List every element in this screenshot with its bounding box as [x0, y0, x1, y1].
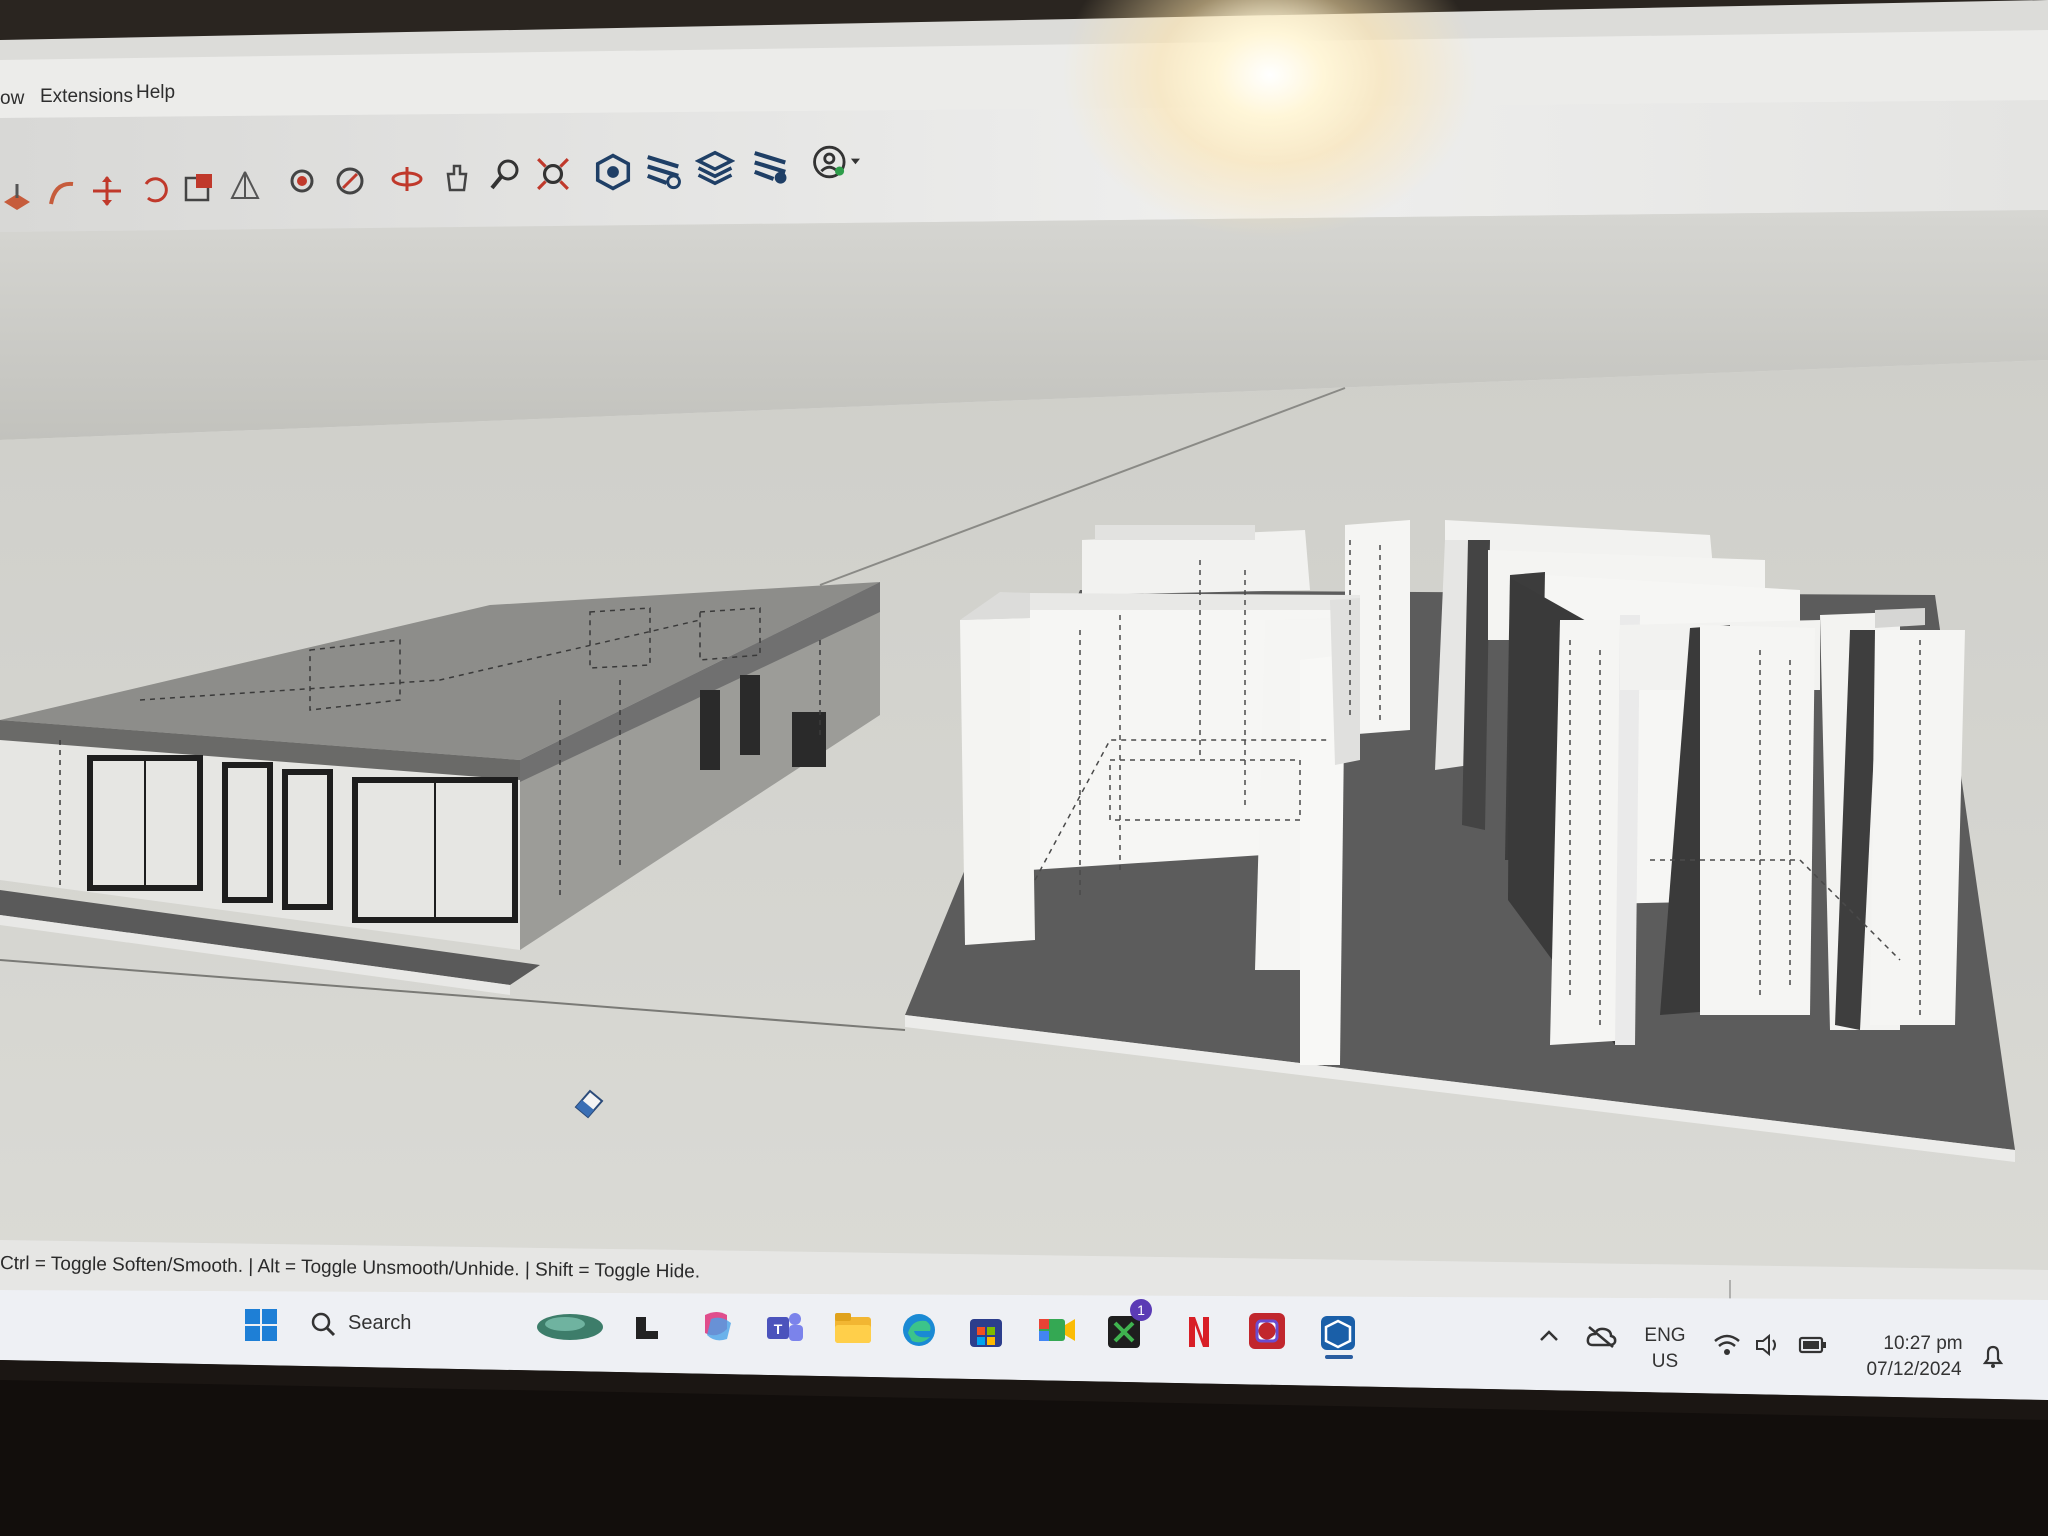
netflix-icon[interactable]	[1185, 1315, 1211, 1349]
language-line2[interactable]: US	[1640, 1351, 1690, 1373]
clock-time[interactable]: 10:27 pm	[1868, 1333, 1978, 1355]
rotate-icon[interactable]	[138, 172, 172, 206]
pan-icon[interactable]	[440, 160, 474, 194]
menu-window[interactable]: ow	[0, 88, 24, 110]
move-icon[interactable]	[90, 174, 124, 208]
store-icon[interactable]	[967, 1311, 1005, 1349]
materials-icon[interactable]	[333, 164, 367, 198]
taskbar-content: Search T 1 ENG US 10:27 pm 07/12/2024	[0, 1295, 2048, 1380]
sketchup-icon[interactable]	[1318, 1313, 1358, 1353]
search-box-label[interactable]: Search	[348, 1312, 411, 1335]
battery-icon[interactable]	[1798, 1335, 1828, 1355]
scale-icon[interactable]	[182, 170, 216, 204]
teams-icon[interactable]: T	[765, 1309, 805, 1347]
xbox-badge: 1	[1130, 1299, 1152, 1321]
components-icon[interactable]	[643, 150, 683, 190]
account-icon[interactable]	[810, 142, 860, 182]
push-pull-icon[interactable]	[0, 180, 34, 214]
toolbar-icons	[0, 130, 900, 220]
orbit-icon[interactable]	[390, 162, 424, 196]
svg-text:T: T	[774, 1321, 783, 1337]
widgets-icon[interactable]	[535, 1309, 605, 1343]
zoom-extents-icon[interactable]	[535, 156, 571, 192]
clock-date[interactable]: 07/12/2024	[1852, 1359, 1976, 1381]
language-line1[interactable]: ENG	[1640, 1325, 1690, 1347]
layers-icon[interactable]	[695, 148, 735, 188]
cloud-offline-icon[interactable]	[1585, 1325, 1617, 1349]
eraser-cursor-icon	[574, 1089, 604, 1119]
warehouse-icon[interactable]	[593, 152, 633, 192]
menu-extensions[interactable]: Extensions	[40, 86, 133, 108]
extension-manager-icon[interactable]	[750, 146, 790, 186]
menu-help[interactable]: Help	[136, 82, 175, 104]
flip-icon[interactable]	[228, 168, 262, 202]
app-icon[interactable]	[1247, 1311, 1287, 1351]
search-icon	[311, 1312, 336, 1337]
screen: ow Extensions Help Ctrl = Toggle Soften/…	[0, 0, 2048, 1536]
task-view-icon[interactable]	[632, 1313, 662, 1343]
zoom-icon[interactable]	[488, 158, 522, 192]
notification-bell-icon[interactable]	[1980, 1343, 2006, 1369]
volume-icon[interactable]	[1755, 1333, 1783, 1357]
start-icon[interactable]	[243, 1307, 279, 1343]
sketchup-active-indicator	[1325, 1355, 1353, 1359]
wifi-icon[interactable]	[1713, 1333, 1741, 1357]
chevron-up-icon[interactable]	[1538, 1327, 1560, 1343]
edge-icon[interactable]	[900, 1311, 938, 1349]
file-explorer-icon[interactable]	[833, 1311, 873, 1345]
paint-bucket-icon[interactable]	[285, 166, 319, 200]
meet-icon[interactable]	[1037, 1313, 1077, 1347]
copilot-icon[interactable]	[697, 1309, 735, 1345]
follow-me-icon[interactable]	[45, 176, 79, 210]
